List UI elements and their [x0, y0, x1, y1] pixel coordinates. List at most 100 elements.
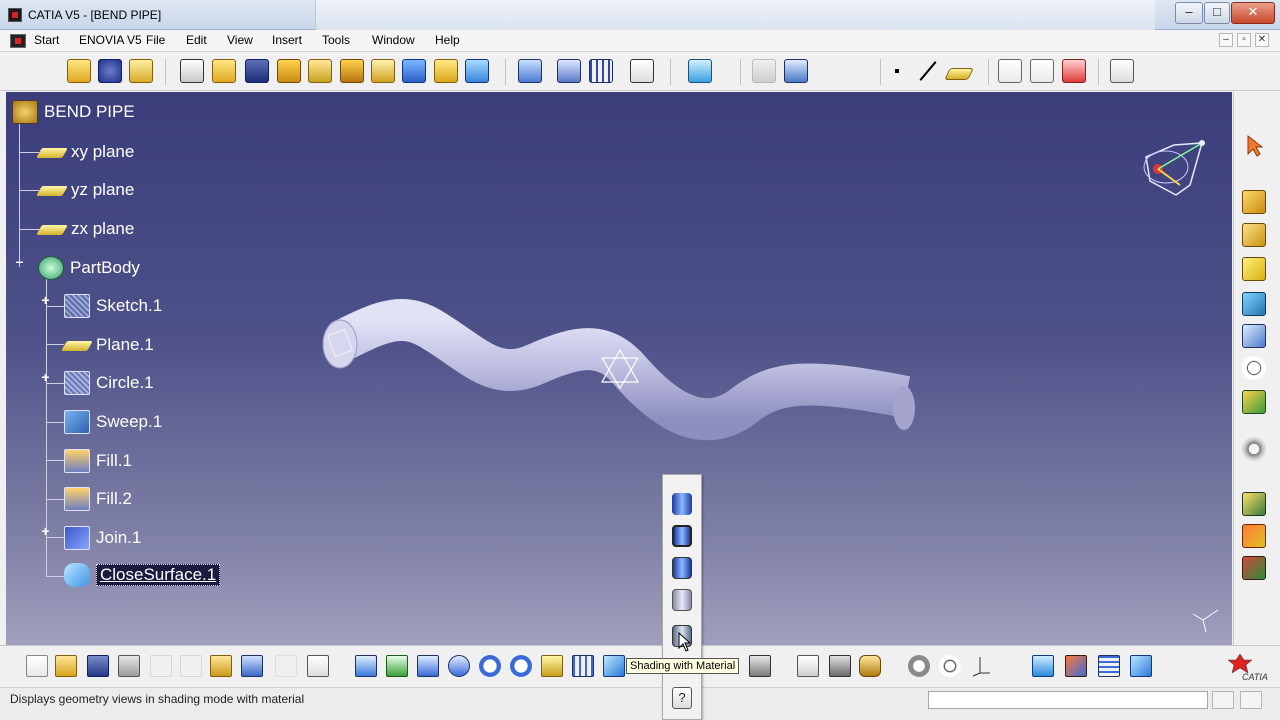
- offset-icon[interactable]: [308, 59, 332, 83]
- tree-item-zx-plane[interactable]: zx plane: [36, 215, 134, 243]
- 3d-viewport[interactable]: – + + + BEND PIPE xy plane yz plane zx p…: [6, 92, 1232, 645]
- tree-item-sketch[interactable]: Sketch.1: [64, 292, 162, 320]
- measure-icon[interactable]: [752, 59, 776, 83]
- knowledge-icon[interactable]: [1242, 492, 1266, 516]
- measure-between-icon[interactable]: [797, 655, 819, 677]
- menu-edit[interactable]: Edit: [186, 33, 207, 47]
- settings-gear-icon[interactable]: [1242, 437, 1266, 461]
- shading-icon[interactable]: [672, 493, 692, 515]
- 3d-annotation-icon[interactable]: [1062, 59, 1086, 83]
- power-input-cancel-button[interactable]: [1240, 691, 1262, 709]
- fit-all-in-icon[interactable]: [386, 655, 408, 677]
- eraser-icon[interactable]: [688, 59, 712, 83]
- mdi-minimize-button[interactable]: –: [1219, 33, 1233, 47]
- mass-icon[interactable]: [859, 655, 881, 677]
- measure-item-icon[interactable]: [829, 655, 851, 677]
- close-button[interactable]: ✕: [1231, 2, 1275, 24]
- customize-view-help-icon[interactable]: ?: [672, 687, 692, 709]
- mdi-close-button[interactable]: ✕: [1255, 33, 1269, 47]
- cylinder-icon[interactable]: [277, 59, 301, 83]
- check-icon[interactable]: [1242, 556, 1266, 580]
- menu-help[interactable]: Help: [435, 33, 460, 47]
- menu-window[interactable]: Window: [372, 33, 415, 47]
- normal-view-icon[interactable]: [541, 655, 563, 677]
- save-icon[interactable]: [87, 655, 109, 677]
- tree-item-yz-plane[interactable]: yz plane: [36, 176, 134, 204]
- menu-tools[interactable]: Tools: [322, 33, 350, 47]
- menu-file[interactable]: File: [146, 33, 165, 47]
- fill-feature-icon[interactable]: [371, 59, 395, 83]
- copy-icon[interactable]: [180, 655, 202, 677]
- menu-insert[interactable]: Insert: [272, 33, 302, 47]
- list-icon[interactable]: [1098, 655, 1120, 677]
- tree-item-join[interactable]: Join.1: [64, 524, 141, 552]
- pipe-body[interactable]: [330, 299, 911, 441]
- tree-item-circle[interactable]: Circle.1: [64, 369, 154, 397]
- grid-icon[interactable]: [589, 59, 613, 83]
- tree-item-fill2[interactable]: Fill.2: [64, 485, 132, 513]
- print-icon[interactable]: [118, 655, 140, 677]
- rotate-icon[interactable]: [448, 655, 470, 677]
- law-icon[interactable]: [1065, 655, 1087, 677]
- minimize-button[interactable]: –: [1175, 2, 1203, 24]
- maximize-button[interactable]: □: [1204, 2, 1230, 24]
- rule-icon[interactable]: [1242, 524, 1266, 548]
- formula-icon[interactable]: [1000, 655, 1022, 677]
- whats-this-icon[interactable]: [307, 655, 329, 677]
- compass-widget[interactable]: [1136, 137, 1211, 202]
- menu-view[interactable]: View: [227, 33, 253, 47]
- tree-item-sweep[interactable]: Sweep.1: [64, 408, 162, 436]
- part-design-icon[interactable]: [1242, 190, 1266, 214]
- blend-icon[interactable]: [434, 59, 458, 83]
- menu-enovia[interactable]: ENOVIA V5: [79, 33, 142, 47]
- undo-icon[interactable]: [241, 655, 263, 677]
- start-menu-icon[interactable]: [10, 34, 26, 48]
- spreadsheet-icon[interactable]: [1032, 655, 1054, 677]
- shading-hidden-edges-icon[interactable]: [672, 557, 692, 579]
- multi-section-icon[interactable]: [402, 59, 426, 83]
- tree-item-partbody[interactable]: PartBody: [38, 254, 140, 282]
- point-icon[interactable]: [890, 59, 904, 83]
- tree-item-closesurface[interactable]: CloseSurface.1: [64, 561, 221, 589]
- tree-root[interactable]: BEND PIPE: [12, 98, 135, 126]
- sketcher-icon[interactable]: [67, 59, 91, 83]
- sketch-tool-icon[interactable]: [1110, 59, 1134, 83]
- update-icon[interactable]: [908, 655, 930, 677]
- shading-with-edges-icon[interactable]: [672, 525, 692, 547]
- plane-tool-icon[interactable]: [944, 68, 974, 80]
- tree-item-fill1[interactable]: Fill.1: [64, 447, 132, 475]
- target-icon[interactable]: [1242, 356, 1266, 380]
- redo-icon[interactable]: [275, 655, 297, 677]
- cut-icon[interactable]: [150, 655, 172, 677]
- split-icon[interactable]: [465, 59, 489, 83]
- analysis-icon[interactable]: [1242, 324, 1266, 348]
- catalog-icon[interactable]: [1130, 655, 1152, 677]
- line-icon[interactable]: [916, 59, 940, 83]
- zoom-in-icon[interactable]: [479, 655, 501, 677]
- text-annotation-icon[interactable]: [998, 59, 1022, 83]
- join-feature-icon[interactable]: [518, 59, 542, 83]
- menu-start[interactable]: Start: [34, 33, 59, 47]
- healing-icon[interactable]: [557, 59, 581, 83]
- pan-icon[interactable]: [417, 655, 439, 677]
- shape-icon[interactable]: [98, 59, 122, 83]
- power-input-field[interactable]: [928, 691, 1208, 709]
- hide-show-icon[interactable]: [749, 655, 771, 677]
- mdi-restore-button[interactable]: ▫: [1237, 33, 1251, 47]
- open-icon[interactable]: [55, 655, 77, 677]
- color-icon[interactable]: [1242, 390, 1266, 414]
- fly-mode-icon[interactable]: [355, 655, 377, 677]
- tree-item-xy-plane[interactable]: xy plane: [36, 138, 134, 166]
- revolve-icon[interactable]: [212, 59, 236, 83]
- pad-icon[interactable]: [1242, 223, 1266, 247]
- select-arrow-icon[interactable]: [1242, 134, 1266, 158]
- zoom-out-icon[interactable]: [510, 655, 532, 677]
- table-icon[interactable]: [784, 59, 808, 83]
- block-icon[interactable]: [1242, 257, 1266, 281]
- fit-all-icon[interactable]: [630, 59, 654, 83]
- wireframe-icon[interactable]: [672, 589, 692, 611]
- axis-icon[interactable]: [970, 655, 992, 677]
- hand-icon[interactable]: [939, 655, 961, 677]
- plane-feature-icon[interactable]: [129, 59, 153, 83]
- sweep-feature-icon[interactable]: [340, 59, 364, 83]
